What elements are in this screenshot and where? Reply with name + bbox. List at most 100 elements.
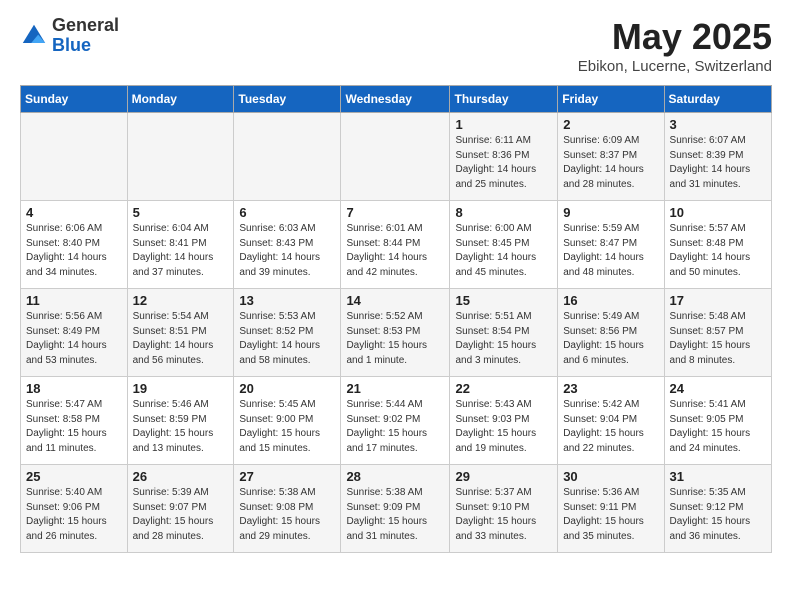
calendar-cell: 19 Sunrise: 5:46 AM Sunset: 8:59 PM Dayli… <box>127 377 234 465</box>
weekday-header-friday: Friday <box>558 86 664 113</box>
day-info: Sunrise: 5:53 AM Sunset: 8:52 PM Dayligh… <box>239 310 335 368</box>
calendar-cell: 9 Sunrise: 5:59 AM Sunset: 8:47 PM Daylig… <box>558 201 664 289</box>
calendar-cell: 31Sunrise: 5:35 AM Sunset: 9:12 PM Dayli… <box>664 465 771 553</box>
calendar-cell: 28 Sunrise: 5:38 AM Sunset: 9:09 PM Dayli… <box>341 465 450 553</box>
day-number: 23 <box>563 381 658 396</box>
day-number: 1 <box>455 117 552 132</box>
day-info: Sunrise: 5:38 AM Sunset: 9:08 PM Dayligh… <box>239 486 335 544</box>
weekday-header-saturday: Saturday <box>664 86 771 113</box>
day-info: Sunrise: 6:06 AM Sunset: 8:40 PM Dayligh… <box>26 222 122 280</box>
day-info: Sunrise: 5:39 AM Sunset: 9:07 PM Dayligh… <box>133 486 229 544</box>
weekday-header-monday: Monday <box>127 86 234 113</box>
day-info: Sunrise: 5:51 AM Sunset: 8:54 PM Dayligh… <box>455 310 552 368</box>
calendar-cell <box>21 113 128 201</box>
calendar-cell: 26 Sunrise: 5:39 AM Sunset: 9:07 PM Dayli… <box>127 465 234 553</box>
calendar-cell: 24Sunrise: 5:41 AM Sunset: 9:05 PM Dayli… <box>664 377 771 465</box>
calendar-cell: 25 Sunrise: 5:40 AM Sunset: 9:06 PM Dayli… <box>21 465 128 553</box>
day-info: Sunrise: 6:09 AM Sunset: 8:37 PM Dayligh… <box>563 134 658 192</box>
day-number: 11 <box>26 293 122 308</box>
page-header: General Blue May 2025 Ebikon, Lucerne, S… <box>20 16 772 75</box>
day-number: 15 <box>455 293 552 308</box>
calendar-cell: 14 Sunrise: 5:52 AM Sunset: 8:53 PM Dayli… <box>341 289 450 377</box>
calendar-week-row: 4 Sunrise: 6:06 AM Sunset: 8:40 PM Daylig… <box>21 201 772 289</box>
calendar-cell <box>341 113 450 201</box>
day-number: 4 <box>26 205 122 220</box>
day-number: 16 <box>563 293 658 308</box>
calendar-cell: 2Sunrise: 6:09 AM Sunset: 8:37 PM Daylig… <box>558 113 664 201</box>
day-info: Sunrise: 5:43 AM Sunset: 9:03 PM Dayligh… <box>455 398 552 456</box>
day-info: Sunrise: 5:37 AM Sunset: 9:10 PM Dayligh… <box>455 486 552 544</box>
day-info: Sunrise: 5:35 AM Sunset: 9:12 PM Dayligh… <box>670 486 766 544</box>
day-info: Sunrise: 5:49 AM Sunset: 8:56 PM Dayligh… <box>563 310 658 368</box>
day-info: Sunrise: 5:57 AM Sunset: 8:48 PM Dayligh… <box>670 222 766 280</box>
day-info: Sunrise: 5:46 AM Sunset: 8:59 PM Dayligh… <box>133 398 229 456</box>
day-info: Sunrise: 5:45 AM Sunset: 9:00 PM Dayligh… <box>239 398 335 456</box>
day-number: 26 <box>133 469 229 484</box>
calendar-cell: 8Sunrise: 6:00 AM Sunset: 8:45 PM Daylig… <box>450 201 558 289</box>
day-info: Sunrise: 5:52 AM Sunset: 8:53 PM Dayligh… <box>346 310 444 368</box>
calendar-cell: 17Sunrise: 5:48 AM Sunset: 8:57 PM Dayli… <box>664 289 771 377</box>
title-block: May 2025 Ebikon, Lucerne, Switzerland <box>578 16 772 75</box>
calendar-body: 1Sunrise: 6:11 AM Sunset: 8:36 PM Daylig… <box>21 113 772 553</box>
calendar-cell: 21Sunrise: 5:44 AM Sunset: 9:02 PM Dayli… <box>341 377 450 465</box>
day-info: Sunrise: 5:56 AM Sunset: 8:49 PM Dayligh… <box>26 310 122 368</box>
day-number: 14 <box>346 293 444 308</box>
day-info: Sunrise: 6:01 AM Sunset: 8:44 PM Dayligh… <box>346 222 444 280</box>
weekday-header-wednesday: Wednesday <box>341 86 450 113</box>
day-number: 28 <box>346 469 444 484</box>
calendar-cell: 23 Sunrise: 5:42 AM Sunset: 9:04 PM Dayli… <box>558 377 664 465</box>
day-info: Sunrise: 6:00 AM Sunset: 8:45 PM Dayligh… <box>455 222 552 280</box>
day-number: 7 <box>346 205 444 220</box>
calendar-cell: 12Sunrise: 5:54 AM Sunset: 8:51 PM Dayli… <box>127 289 234 377</box>
month-title: May 2025 <box>578 16 772 58</box>
calendar-cell: 13 Sunrise: 5:53 AM Sunset: 8:52 PM Dayli… <box>234 289 341 377</box>
day-number: 21 <box>346 381 444 396</box>
day-number: 13 <box>239 293 335 308</box>
day-info: Sunrise: 6:03 AM Sunset: 8:43 PM Dayligh… <box>239 222 335 280</box>
day-info: Sunrise: 5:38 AM Sunset: 9:09 PM Dayligh… <box>346 486 444 544</box>
calendar-cell: 1Sunrise: 6:11 AM Sunset: 8:36 PM Daylig… <box>450 113 558 201</box>
day-number: 9 <box>563 205 658 220</box>
day-number: 19 <box>133 381 229 396</box>
day-number: 17 <box>670 293 766 308</box>
calendar-cell: 29 Sunrise: 5:37 AM Sunset: 9:10 PM Dayli… <box>450 465 558 553</box>
logo-icon <box>20 22 48 50</box>
day-number: 18 <box>26 381 122 396</box>
day-info: Sunrise: 5:42 AM Sunset: 9:04 PM Dayligh… <box>563 398 658 456</box>
day-number: 3 <box>670 117 766 132</box>
calendar-cell: 22Sunrise: 5:43 AM Sunset: 9:03 PM Dayli… <box>450 377 558 465</box>
weekday-header-tuesday: Tuesday <box>234 86 341 113</box>
calendar-cell: 10Sunrise: 5:57 AM Sunset: 8:48 PM Dayli… <box>664 201 771 289</box>
calendar-cell: 7 Sunrise: 6:01 AM Sunset: 8:44 PM Daylig… <box>341 201 450 289</box>
day-info: Sunrise: 6:04 AM Sunset: 8:41 PM Dayligh… <box>133 222 229 280</box>
location-subtitle: Ebikon, Lucerne, Switzerland <box>578 58 772 75</box>
day-info: Sunrise: 6:07 AM Sunset: 8:39 PM Dayligh… <box>670 134 766 192</box>
day-number: 25 <box>26 469 122 484</box>
day-number: 5 <box>133 205 229 220</box>
calendar-cell: 6 Sunrise: 6:03 AM Sunset: 8:43 PM Daylig… <box>234 201 341 289</box>
calendar-header: SundayMondayTuesdayWednesdayThursdayFrid… <box>21 86 772 113</box>
weekday-header-sunday: Sunday <box>21 86 128 113</box>
day-number: 12 <box>133 293 229 308</box>
day-info: Sunrise: 5:40 AM Sunset: 9:06 PM Dayligh… <box>26 486 122 544</box>
weekday-header-thursday: Thursday <box>450 86 558 113</box>
calendar-week-row: 18Sunrise: 5:47 AM Sunset: 8:58 PM Dayli… <box>21 377 772 465</box>
day-number: 30 <box>563 469 658 484</box>
calendar-cell: 15 Sunrise: 5:51 AM Sunset: 8:54 PM Dayli… <box>450 289 558 377</box>
calendar-cell: 11 Sunrise: 5:56 AM Sunset: 8:49 PM Dayli… <box>21 289 128 377</box>
calendar-week-row: 1Sunrise: 6:11 AM Sunset: 8:36 PM Daylig… <box>21 113 772 201</box>
logo-general-text: General <box>52 16 119 36</box>
calendar-table: SundayMondayTuesdayWednesdayThursdayFrid… <box>20 85 772 553</box>
calendar-week-row: 25 Sunrise: 5:40 AM Sunset: 9:06 PM Dayli… <box>21 465 772 553</box>
calendar-cell <box>234 113 341 201</box>
calendar-week-row: 11 Sunrise: 5:56 AM Sunset: 8:49 PM Dayli… <box>21 289 772 377</box>
calendar-cell: 16 Sunrise: 5:49 AM Sunset: 8:56 PM Dayli… <box>558 289 664 377</box>
day-info: Sunrise: 5:41 AM Sunset: 9:05 PM Dayligh… <box>670 398 766 456</box>
calendar-cell: 20Sunrise: 5:45 AM Sunset: 9:00 PM Dayli… <box>234 377 341 465</box>
day-number: 6 <box>239 205 335 220</box>
day-info: Sunrise: 5:59 AM Sunset: 8:47 PM Dayligh… <box>563 222 658 280</box>
calendar-cell: 3 Sunrise: 6:07 AM Sunset: 8:39 PM Daylig… <box>664 113 771 201</box>
calendar-cell: 30Sunrise: 5:36 AM Sunset: 9:11 PM Dayli… <box>558 465 664 553</box>
day-number: 29 <box>455 469 552 484</box>
calendar-cell: 5 Sunrise: 6:04 AM Sunset: 8:41 PM Daylig… <box>127 201 234 289</box>
